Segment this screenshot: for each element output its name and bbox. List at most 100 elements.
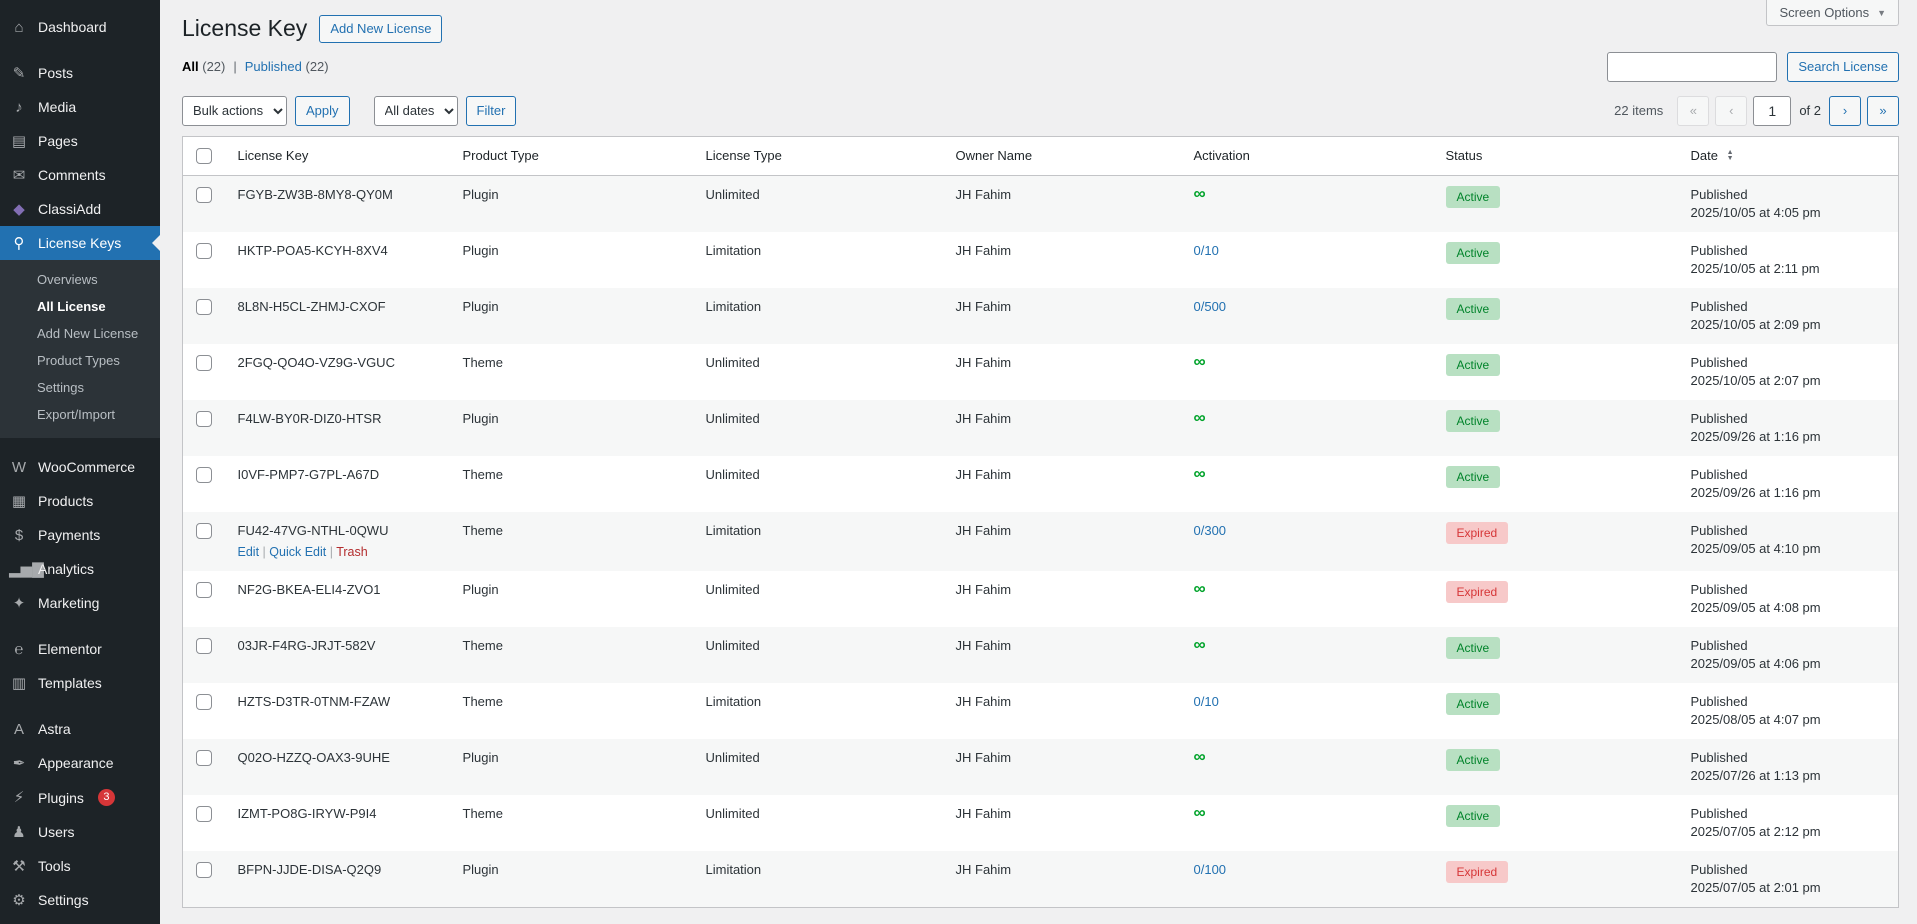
edit-link[interactable]: Edit: [238, 545, 260, 559]
date-filter-select[interactable]: All dates: [373, 95, 458, 126]
license-key-link[interactable]: Q02O-HZZQ-OAX3-9UHE: [238, 750, 390, 765]
sidebar-item-analytics[interactable]: ▂▅▇ Analytics: [0, 552, 160, 586]
license-key-link[interactable]: 8L8N-H5CL-ZHMJ-CXOF: [238, 299, 386, 314]
status-badge: Active: [1445, 410, 1501, 433]
row-checkbox[interactable]: [196, 299, 212, 316]
sidebar-item-products[interactable]: ▦ Products: [0, 484, 160, 518]
screen-options-button[interactable]: Screen Options ▼: [1766, 0, 1899, 26]
row-checkbox[interactable]: [196, 638, 212, 655]
activation-value[interactable]: 0/10: [1194, 694, 1219, 709]
license-key-link[interactable]: 2FGQ-QO4O-VZ9G-VGUC: [238, 355, 395, 370]
row-checkbox[interactable]: [196, 355, 212, 372]
first-page-button[interactable]: «: [1677, 95, 1710, 126]
apply-button[interactable]: Apply: [295, 95, 350, 126]
filter-published-item: Published (22): [245, 59, 329, 74]
row-checkbox[interactable]: [196, 243, 212, 260]
row-checkbox[interactable]: [196, 187, 212, 204]
add-new-license-button[interactable]: Add New License: [319, 14, 443, 43]
row-checkbox[interactable]: [196, 523, 212, 540]
date-status-line: Published: [1690, 582, 1748, 598]
sidebar-item-license-keys[interactable]: ⚲ License Keys: [0, 226, 160, 260]
row-checkbox[interactable]: [196, 411, 212, 428]
license-key-link[interactable]: FU42-47VG-NTHL-0QWU: [238, 523, 389, 538]
sidebar-item-posts[interactable]: ✎ Posts: [0, 56, 160, 90]
activation-cell: 0/10: [1184, 232, 1436, 288]
license-key-link[interactable]: I0VF-PMP7-G7PL-A67D: [238, 467, 380, 482]
filter-published-link[interactable]: Published (22): [245, 59, 329, 74]
row-checkbox[interactable]: [196, 582, 212, 599]
sidebar-item-plugins[interactable]: ⚡ Plugins 3: [0, 780, 160, 815]
last-page-button[interactable]: »: [1867, 95, 1899, 126]
submenu-item-product-types[interactable]: Product Types: [0, 347, 160, 374]
status-cell: Active: [1436, 288, 1681, 344]
table-row: 2FGQ-QO4O-VZ9G-VGUC Theme Unlimited JH F…: [183, 344, 1899, 400]
sidebar-item-tools[interactable]: ⚒ Tools: [0, 849, 160, 883]
sidebar-item-dashboard[interactable]: ⌂ Dashboard: [0, 10, 160, 44]
sidebar-item-label: ClassiAdd: [38, 201, 102, 217]
sidebar-separator: [0, 44, 160, 56]
current-page-input[interactable]: [1753, 95, 1792, 126]
owner-name-cell: JH Fahim: [955, 243, 1012, 259]
filter-all-link[interactable]: All (22): [182, 59, 225, 74]
sidebar-item-settings[interactable]: ⚙ Settings: [0, 883, 160, 917]
prev-page-button[interactable]: ‹: [1715, 95, 1748, 126]
license-key-link[interactable]: BFPN-JJDE-DISA-Q2Q9: [238, 862, 382, 877]
search-box: Search License: [1607, 51, 1899, 82]
activation-value[interactable]: 0/500: [1194, 299, 1227, 314]
sidebar-item-classiadd[interactable]: ◆ ClassiAdd: [0, 192, 160, 226]
sidebar-item-media[interactable]: ♪ Media: [0, 90, 160, 124]
license-key-link[interactable]: F4LW-BY0R-DIZ0-HTSR: [238, 411, 382, 426]
submenu-item-overviews[interactable]: Overviews: [0, 266, 160, 293]
activation-value[interactable]: 0/300: [1194, 523, 1227, 538]
license-key-link[interactable]: IZMT-PO8G-IRYW-P9I4: [238, 806, 377, 821]
license-key-link[interactable]: 03JR-F4RG-JRJT-582V: [238, 638, 376, 653]
next-page-button[interactable]: ›: [1829, 95, 1861, 126]
filter-button[interactable]: Filter: [465, 95, 517, 126]
owner-name-cell: JH Fahim: [955, 582, 1012, 598]
bulk-actions-select[interactable]: Bulk actions: [182, 95, 287, 126]
sidebar-item-elementor[interactable]: ℮ Elementor: [0, 632, 160, 666]
row-checkbox[interactable]: [196, 862, 212, 879]
license-key-link[interactable]: NF2G-BKEA-ELI4-ZVO1: [238, 582, 381, 597]
sidebar-item-woocommerce[interactable]: W WooCommerce: [0, 450, 160, 484]
search-input[interactable]: [1607, 51, 1778, 82]
submenu-item-export-import[interactable]: Export/Import: [0, 401, 160, 428]
templates-icon: ▥: [11, 674, 27, 692]
row-checkbox-cell: [183, 683, 228, 739]
date-cell: Published 2025/07/26 at 1:13 pm: [1681, 739, 1899, 795]
activation-value[interactable]: 0/10: [1194, 243, 1219, 258]
column-header-date[interactable]: Date ▲ ▼: [1680, 136, 1899, 177]
submenu-item-all-license[interactable]: All License: [0, 293, 160, 320]
row-checkbox[interactable]: [196, 694, 212, 711]
license-key-link[interactable]: FGYB-ZW3B-8MY8-QY0M: [238, 187, 393, 202]
row-checkbox[interactable]: [196, 467, 212, 484]
submenu-item-settings[interactable]: Settings: [0, 374, 160, 401]
sidebar-item-marketing[interactable]: ✦ Marketing: [0, 586, 160, 620]
license-type-cell: Unlimited: [705, 187, 760, 203]
trash-link[interactable]: Trash: [336, 545, 368, 559]
admin-sidebar: ⌂ Dashboard ✎ Posts ♪ Media ▤ Pages ✉ Comments ◆ Cl…: [0, 0, 160, 924]
row-checkbox[interactable]: [196, 750, 212, 767]
activation-value[interactable]: 0/100: [1194, 862, 1227, 877]
license-key-link[interactable]: HZTS-D3TR-0TNM-FZAW: [238, 694, 391, 709]
sidebar-item-users[interactable]: ♟ Users: [0, 815, 160, 849]
activation-value: ∞: [1193, 464, 1206, 484]
sidebar-item-pages[interactable]: ▤ Pages: [0, 124, 160, 158]
search-license-button[interactable]: Search License: [1787, 51, 1899, 82]
submenu-item-add-new-license[interactable]: Add New License: [0, 320, 160, 347]
select-all-checkbox[interactable]: [196, 147, 212, 164]
sidebar-item-appearance[interactable]: ✒ Appearance: [0, 746, 160, 780]
quick-edit-link[interactable]: Quick Edit: [269, 545, 326, 559]
status-cell: Active: [1436, 739, 1681, 795]
table-row: 03JR-F4RG-JRJT-582V Theme Unlimited JH F…: [182, 627, 1899, 684]
sidebar-item-comments[interactable]: ✉ Comments: [0, 158, 160, 192]
filter-all-label: All: [182, 59, 199, 75]
sidebar-item-templates[interactable]: ▥ Templates: [0, 666, 160, 700]
date-value-line: 2025/10/05 at 2:07 pm: [1690, 373, 1821, 389]
date-status-line: Published: [1690, 523, 1748, 539]
sidebar-item-payments[interactable]: $ Payments: [0, 518, 160, 552]
status-badge: Active: [1445, 242, 1501, 265]
sidebar-item-astra[interactable]: A Astra: [0, 712, 160, 746]
license-key-link[interactable]: HKTP-POA5-KCYH-8XV4: [238, 243, 388, 258]
row-checkbox[interactable]: [196, 806, 212, 823]
